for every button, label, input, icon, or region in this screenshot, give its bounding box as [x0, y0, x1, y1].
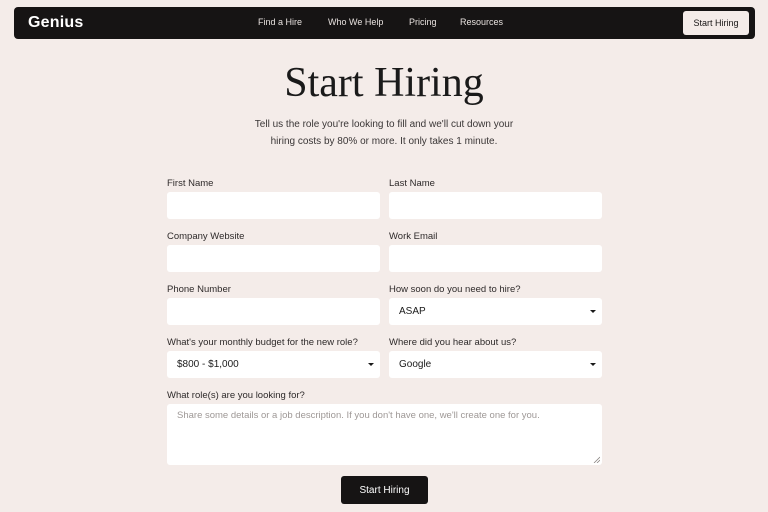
chevron-down-icon — [368, 363, 374, 366]
subtitle-line-1: Tell us the role you're looking to fill … — [254, 119, 514, 130]
roles-label: What role(s) are you looking for? — [167, 390, 305, 401]
nav-link-who-we-help[interactable]: Who We Help — [328, 17, 383, 27]
referral-select[interactable]: Google — [389, 351, 602, 378]
referral-label: Where did you hear about us? — [389, 337, 517, 348]
resize-handle-icon[interactable] — [593, 456, 600, 463]
nav-link-find-a-hire[interactable]: Find a Hire — [258, 17, 302, 27]
chevron-down-icon — [590, 363, 596, 366]
roles-textarea[interactable]: Share some details or a job description.… — [167, 404, 602, 465]
roles-placeholder: Share some details or a job description.… — [177, 410, 540, 421]
subtitle-line-2: hiring costs by 80% or more. It only tak… — [270, 136, 498, 147]
phone-number-label: Phone Number — [167, 284, 231, 295]
company-website-input[interactable] — [167, 245, 380, 272]
company-website-label: Company Website — [167, 231, 245, 242]
start-hiring-submit-button[interactable]: Start Hiring — [341, 476, 428, 504]
budget-select[interactable]: $800 - $1,000 — [167, 351, 380, 378]
top-navbar: Genius Find a Hire Who We Help Pricing R… — [14, 7, 755, 39]
last-name-input[interactable] — [389, 192, 602, 219]
phone-number-input[interactable] — [167, 298, 380, 325]
budget-value: $800 - $1,000 — [177, 359, 239, 370]
work-email-label: Work Email — [389, 231, 438, 242]
page-subtitle: Tell us the role you're looking to fill … — [234, 116, 534, 150]
work-email-input[interactable] — [389, 245, 602, 272]
nav-link-pricing[interactable]: Pricing — [409, 17, 437, 27]
last-name-label: Last Name — [389, 178, 435, 189]
hire-timing-value: ASAP — [399, 306, 426, 317]
budget-label: What's your monthly budget for the new r… — [167, 337, 358, 348]
hire-timing-label: How soon do you need to hire? — [389, 284, 521, 295]
first-name-label: First Name — [167, 178, 214, 189]
hire-timing-select[interactable]: ASAP — [389, 298, 602, 325]
nav-links: Find a Hire Who We Help Pricing Resource… — [14, 7, 755, 39]
nav-start-hiring-button[interactable]: Start Hiring — [683, 11, 749, 35]
first-name-input[interactable] — [167, 192, 380, 219]
nav-link-resources[interactable]: Resources — [460, 17, 503, 27]
page-title: Start Hiring — [284, 60, 484, 106]
referral-value: Google — [399, 359, 432, 370]
chevron-down-icon — [590, 310, 596, 313]
